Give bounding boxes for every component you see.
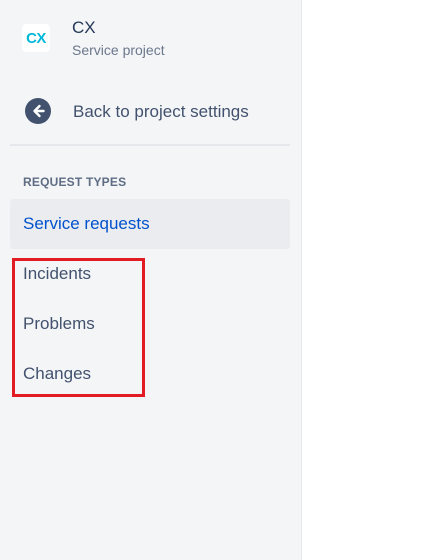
sidebar-item-service-requests[interactable]: Service requests (10, 199, 290, 249)
section-title-request-types: REQUEST TYPES (23, 175, 127, 189)
project-name: CX (72, 18, 96, 37)
divider (10, 144, 290, 146)
main-content (303, 0, 443, 560)
project-sidebar: CX CX Service project Back to project se… (0, 0, 302, 560)
back-to-project-settings-link[interactable]: Back to project settings (10, 88, 292, 134)
project-header: CX CX Service project (10, 12, 292, 64)
back-link-label: Back to project settings (73, 102, 249, 121)
project-avatar: CX (22, 24, 50, 52)
arrow-left-circle-icon (25, 98, 51, 124)
sidebar-item-label: Service requests (23, 214, 150, 233)
highlight-annotation-box (12, 258, 145, 397)
project-avatar-text: CX (26, 29, 46, 47)
project-type: Service project (72, 42, 165, 58)
page: CX CX Service project Back to project se… (0, 0, 443, 560)
